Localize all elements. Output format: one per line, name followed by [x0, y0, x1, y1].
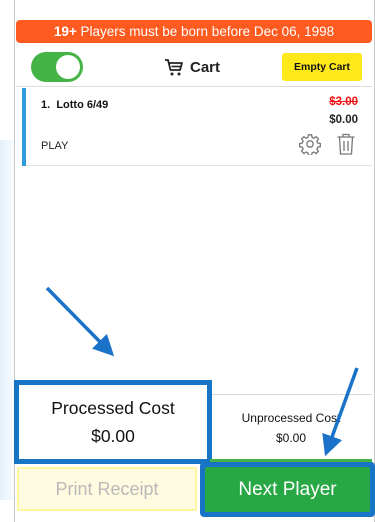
cart-title: Cart	[164, 55, 220, 79]
gear-icon[interactable]	[299, 133, 321, 155]
age-badge: 19+	[53, 24, 77, 39]
app-screen: 19+ Players must be born before Dec 06, …	[0, 0, 375, 522]
toggle-knob	[56, 55, 80, 79]
cart-item[interactable]: 1. Lotto 6/49 PLAY $3.00 $0.00	[22, 88, 372, 166]
item-original-price: $3.00	[329, 96, 358, 108]
age-requirement-banner: 19+ Players must be born before Dec 06, …	[16, 20, 372, 43]
empty-cart-button[interactable]: Empty Cart	[282, 53, 362, 81]
processed-cost-box: Processed Cost $0.00	[14, 380, 212, 464]
processed-cost-value: $0.00	[91, 425, 135, 446]
item-index: 1.	[41, 99, 51, 111]
item-name: Lotto 6/49	[56, 99, 109, 111]
print-receipt-button[interactable]: Print Receipt	[17, 467, 197, 511]
item-title: 1. Lotto 6/49	[41, 99, 108, 111]
cart-toggle-switch[interactable]	[31, 52, 83, 82]
cart-label: Cart	[190, 58, 221, 76]
unprocessed-cost-value: $0.00	[275, 431, 307, 445]
item-play-mode: PLAY	[41, 140, 69, 152]
trash-icon[interactable]	[336, 132, 356, 156]
next-player-button[interactable]: Next Player	[200, 462, 375, 517]
unprocessed-cost-box: Unprocessed Cost $0.00	[210, 396, 372, 460]
unprocessed-cost-label: Unprocessed Cost	[241, 411, 341, 425]
next-player-label: Next Player	[205, 467, 370, 512]
item-accent-bar	[22, 88, 26, 166]
cart-icon	[165, 59, 183, 76]
cart-header: Cart Empty Cart	[16, 47, 372, 87]
processed-cost-label: Processed Cost	[51, 397, 175, 418]
age-requirement-text: Players must be born before Dec 06, 1998	[80, 24, 335, 39]
item-price: $0.00	[329, 114, 358, 126]
